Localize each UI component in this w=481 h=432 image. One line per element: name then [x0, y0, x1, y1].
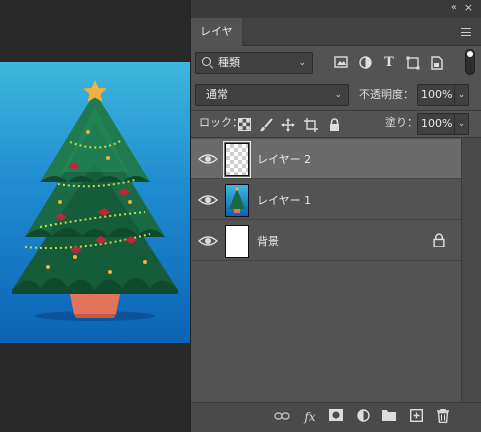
fill-label: 塗り： — [385, 116, 418, 129]
divider — [191, 137, 481, 138]
layers-panel: « × レイヤー 種類 ⌄ T 通常 ⌄ 不透明度： — [190, 0, 481, 432]
blend-mode-select[interactable]: 通常 ⌄ — [195, 84, 349, 106]
layer-name[interactable]: レイヤー 1 — [257, 192, 311, 208]
layer-filter-row: 種類 ⌄ T — [191, 47, 481, 83]
lock-artboard-crop-icon[interactable] — [304, 118, 318, 132]
new-group-folder-icon[interactable] — [381, 409, 397, 425]
filter-kind-value: 種類 — [218, 56, 240, 69]
opacity-dropdown-chevron[interactable]: ⌄ — [455, 84, 469, 106]
add-mask-icon[interactable] — [328, 409, 344, 425]
opacity-input[interactable]: 100% — [417, 84, 455, 106]
image-filter-icon[interactable] — [334, 56, 348, 70]
filter-kind-select[interactable]: 種類 ⌄ — [195, 52, 313, 74]
fill-dropdown-chevron[interactable]: ⌄ — [455, 113, 469, 135]
document-canvas[interactable] — [0, 0, 190, 432]
layer-row-layer1[interactable]: レイヤー 1 — [191, 180, 461, 220]
collapse-panel-icon[interactable]: « — [451, 2, 457, 13]
layer-thumbnail-transparent — [223, 141, 251, 178]
blend-mode-value: 通常 — [206, 88, 228, 101]
new-layer-icon[interactable] — [408, 408, 424, 425]
visibility-eye-icon[interactable] — [197, 151, 219, 167]
layer-thumbnail-tree — [225, 184, 249, 217]
panel-top-strip: « × — [191, 0, 481, 18]
shape-filter-icon[interactable] — [406, 56, 420, 70]
visibility-eye-icon[interactable] — [197, 192, 219, 208]
tab-layers[interactable]: レイヤー — [191, 18, 243, 66]
type-filter-icon[interactable]: T — [382, 56, 396, 70]
layer-name[interactable]: 背景 — [257, 233, 279, 249]
blend-row: 通常 ⌄ 不透明度： 100% ⌄ — [191, 81, 481, 109]
panel-footer: fx — [191, 402, 481, 432]
layer-name[interactable]: レイヤー 2 — [257, 151, 311, 167]
smartobject-filter-icon[interactable] — [430, 56, 444, 70]
opacity-label: 不透明度： — [359, 88, 414, 101]
fill-input[interactable]: 100% — [417, 113, 455, 135]
artboard-christmas-tree[interactable] — [0, 62, 190, 343]
search-icon — [202, 57, 211, 66]
layer-lock-icon[interactable] — [433, 233, 445, 247]
layer-thumbnail-white — [225, 225, 249, 258]
lock-position-move-icon[interactable] — [281, 118, 295, 132]
chevron-down-icon: ⌄ — [298, 58, 306, 68]
layer-row-layer2[interactable]: レイヤー 2 — [191, 139, 461, 179]
layer-list-scrollbar[interactable] — [461, 138, 481, 402]
lock-image-pixels-brush-icon[interactable] — [259, 118, 273, 132]
chevron-down-icon: ⌄ — [334, 90, 342, 100]
christmas-tree-illustration — [12, 80, 178, 321]
close-panel-icon[interactable]: × — [464, 1, 473, 14]
layer-row-background[interactable]: 背景 — [191, 221, 461, 261]
delete-layer-trash-icon[interactable] — [435, 408, 451, 425]
lock-transparent-pixels-icon[interactable] — [237, 118, 251, 132]
panel-tab-bar: レイヤー — [191, 18, 481, 66]
visibility-eye-icon[interactable] — [197, 233, 219, 249]
link-layers-icon[interactable] — [274, 409, 290, 425]
new-adjustment-layer-icon[interactable] — [355, 409, 371, 425]
add-layer-style-fx-button[interactable]: fx — [302, 409, 318, 425]
panel-menu-icon[interactable] — [461, 28, 471, 36]
filter-toggle-switch[interactable] — [465, 49, 475, 75]
adjustment-filter-icon[interactable] — [358, 56, 372, 70]
lock-all-icon[interactable] — [327, 118, 341, 132]
